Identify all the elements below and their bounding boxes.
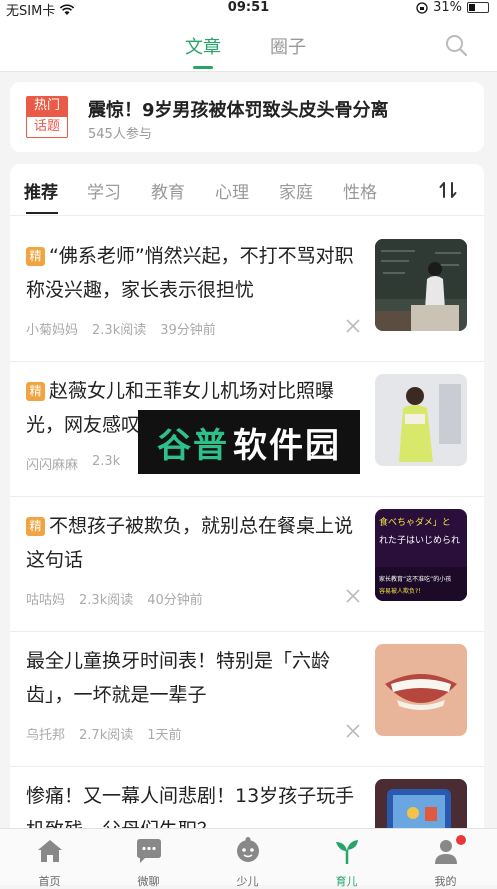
hot-badge-bottom: 话题 [26, 116, 68, 138]
featured-badge: 精 [26, 517, 45, 536]
featured-badge: 精 [26, 382, 45, 401]
tab-profile[interactable]: 我的 [396, 829, 495, 888]
tab-chat[interactable]: 微聊 [99, 829, 198, 888]
tab-circles[interactable]: 圈子 [270, 33, 306, 59]
bottom-tab-bar: 首页 微聊 少儿 育儿 我的 [0, 828, 497, 888]
poster-line-4: 容易被人欺负?！ [379, 587, 424, 595]
article-reads: 2.3k阅读 [79, 593, 134, 608]
article-author: 乌托邦 [26, 728, 66, 743]
search-icon[interactable] [445, 34, 467, 56]
tab-home[interactable]: 首页 [0, 829, 99, 888]
thumbnail-poster-image: 食べちゃダメ」と れた子はいじめられ 家长教育“这不准吃”的小孩 容易被人欺负?… [375, 509, 467, 601]
poster-line-1: 食べちゃダメ」と [379, 516, 451, 528]
tab-label: 育儿 [335, 875, 358, 888]
watermark-accent: 谷普 [157, 425, 229, 466]
article-title: 惨痛！又一幕人间悲剧！13岁孩子玩手机致残，父母们失职？ [26, 779, 356, 828]
tab-articles[interactable]: 文章 [185, 33, 221, 59]
article-reads: 2.3k [92, 454, 121, 469]
article-title-text: 不想孩子被欺负，就别总在餐桌上说这句话 [26, 515, 354, 571]
top-nav: 文章 圈子 [0, 18, 497, 72]
orientation-lock-icon [416, 1, 428, 14]
article-meta: 闪闪麻麻 2.3k [26, 454, 120, 473]
thumbnail-phone-image [375, 779, 467, 828]
article-item[interactable]: 最全儿童换牙时间表！特别是「六龄齿」，一坏就是一辈子 乌托邦 2.7k阅读 1天… [10, 632, 484, 767]
watermark-text: 软件园 [233, 425, 341, 466]
dismiss-icon[interactable] [346, 319, 360, 333]
article-meta: 咕咕妈 2.3k阅读 40分钟前 [26, 589, 203, 608]
hot-topic-card[interactable]: 热门 话题 震惊！9岁男孩被体罚致头皮头骨分离 545人参与 [10, 82, 484, 152]
article-title: 精 “佛系老师”悄然兴起，不打不骂对职称没兴趣，家长表示很担忧 [26, 239, 356, 307]
article-author: 咕咕妈 [26, 593, 66, 608]
hot-topic-participants: 545人参与 [88, 127, 152, 142]
poster-line-3: 家长教育“这不准吃”的小孩 [379, 575, 451, 583]
tab-parenting[interactable]: 育儿 [297, 829, 396, 888]
article-item[interactable]: 精不想孩子被欺负，就别总在餐桌上说这句话 咕咕妈 2.3k阅读 40分钟前 食べ… [10, 497, 484, 632]
tab-label: 首页 [38, 875, 61, 888]
article-title: 精不想孩子被欺负，就别总在餐桌上说这句话 [26, 509, 356, 577]
article-title-text: 最全儿童换牙时间表！特别是「六龄齿」，一坏就是一辈子 [26, 650, 331, 706]
status-right: 31% [416, 0, 489, 15]
hot-topic-badge: 热门 话题 [26, 96, 68, 138]
article-reads: 2.7k阅读 [79, 728, 134, 743]
category-bar: 推荐 学习 教育 心理 家庭 性格 [10, 164, 484, 216]
hot-badge-top: 热门 [26, 96, 68, 116]
category-study[interactable]: 学习 [87, 178, 121, 203]
tab-kids[interactable]: 少儿 [198, 829, 297, 888]
category-recommended[interactable]: 推荐 [24, 178, 58, 203]
battery-percent: 31% [433, 0, 462, 15]
home-icon [37, 840, 62, 862]
article-time: 1天前 [147, 728, 182, 743]
category-education[interactable]: 教育 [151, 178, 185, 203]
article-title: 最全儿童换牙时间表！特别是「六龄齿」，一坏就是一辈子 [26, 644, 356, 712]
hot-topic-title: 震惊！9岁男孩被体罚致头皮头骨分离 [88, 100, 389, 121]
article-item[interactable]: 精 “佛系老师”悄然兴起，不打不骂对职称没兴趣，家长表示很担忧 小菊妈妈 2.3k… [10, 227, 484, 362]
article-author: 小菊妈妈 [26, 323, 79, 338]
article-time: 39分钟前 [160, 323, 216, 338]
featured-badge: 精 [26, 247, 45, 266]
article-item[interactable]: 惨痛！又一幕人间悲剧！13岁孩子玩手机致残，父母们失职？ [10, 767, 484, 828]
article-meta: 乌托邦 2.7k阅读 1天前 [26, 724, 182, 743]
thumbnail-airport-image [375, 374, 467, 466]
watermark-logo: 谷普 软件园 [138, 410, 360, 474]
article-meta: 小菊妈妈 2.3k阅读 39分钟前 [26, 319, 216, 338]
category-psychology[interactable]: 心理 [215, 178, 249, 203]
chat-icon [136, 839, 161, 863]
article-reads: 2.3k阅读 [92, 323, 147, 338]
active-tab-indicator [193, 66, 213, 69]
dismiss-icon[interactable] [346, 589, 360, 603]
thumbnail-teacher-image [375, 239, 467, 331]
category-underline [26, 212, 58, 214]
sprout-icon [335, 840, 358, 864]
poster-line-2: れた子はいじめられ [379, 535, 460, 546]
battery-icon [467, 2, 489, 13]
category-personality[interactable]: 性格 [343, 178, 377, 203]
sort-icon[interactable] [438, 180, 458, 200]
article-author: 闪闪麻麻 [26, 458, 79, 473]
notification-dot [456, 835, 466, 845]
article-feed: 推荐 学习 教育 心理 家庭 性格 精 “佛系老师”悄然兴起，不打不骂对职称没兴趣… [10, 164, 484, 828]
battery-level [469, 4, 475, 11]
article-title-text: “佛系老师”悄然兴起，不打不骂对职称没兴趣，家长表示很担忧 [26, 245, 354, 301]
article-title-text: 惨痛！又一幕人间悲剧！13岁孩子玩手机致残，父母们失职？ [26, 785, 355, 828]
tab-label: 我的 [434, 875, 457, 888]
thumbnail-teeth-image [375, 644, 467, 736]
tab-label: 少儿 [236, 875, 259, 888]
category-family[interactable]: 家庭 [279, 178, 313, 203]
article-time: 40分钟前 [147, 593, 203, 608]
tab-label: 微聊 [137, 875, 160, 888]
status-bar: 无SIM卡 09:51 31% [0, 0, 497, 19]
child-icon [236, 837, 259, 862]
dismiss-icon[interactable] [346, 724, 360, 738]
